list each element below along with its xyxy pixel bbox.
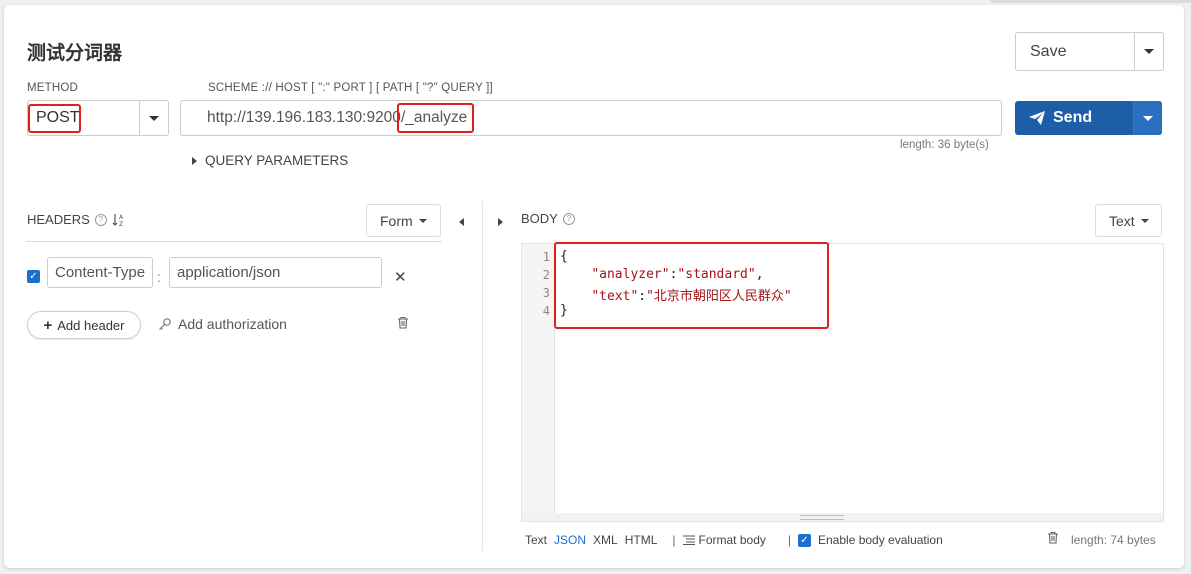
json-value: "北京市朝阳区人民群众"	[646, 289, 792, 304]
request-panel: 测试分词器 Save METHOD SCHEME :// HOST [ ":" …	[4, 5, 1184, 568]
header-name-value: Content-Type	[55, 264, 146, 281]
save-button-group[interactable]: Save	[1015, 32, 1164, 71]
sort-az-icon[interactable]: A Z	[112, 213, 126, 227]
code-line: }	[560, 303, 568, 318]
save-button[interactable]: Save	[1016, 33, 1134, 70]
body-footer: Text JSON XML HTML | Format body | ✓ Ena…	[525, 533, 957, 547]
add-header-button[interactable]: + Add header	[27, 311, 141, 339]
headers-mode-dropdown[interactable]: Form	[366, 204, 441, 237]
trash-icon[interactable]	[397, 316, 409, 329]
add-authorization-label: Add authorization	[178, 316, 287, 332]
caret-down-icon	[1144, 49, 1154, 54]
method-text: POST	[36, 109, 80, 126]
code-text: }	[560, 303, 568, 318]
editor-resize-handle[interactable]	[521, 513, 1164, 522]
add-authorization-button[interactable]: Add authorization	[158, 316, 287, 332]
header-value-text: application/json	[177, 264, 281, 281]
caret-down-icon	[1143, 115, 1153, 121]
header-separator: :	[157, 269, 161, 285]
json-key: "text"	[591, 289, 639, 304]
body-length: length: 74 bytes	[1071, 533, 1156, 547]
url-host: http://139.196.183.130:9200	[207, 109, 401, 126]
help-icon[interactable]: ?	[562, 212, 575, 225]
caret-down-icon	[1140, 218, 1149, 223]
grip-icon	[800, 515, 844, 520]
query-parameters-label: QUERY PARAMETERS	[205, 153, 349, 168]
method-label: METHOD	[27, 82, 79, 94]
panel-divider[interactable]	[482, 201, 483, 551]
headers-mode-label: Form	[380, 212, 413, 229]
send-button-group[interactable]: Send	[1015, 101, 1162, 135]
headers-label: HEADERS	[27, 212, 90, 227]
separator: |	[787, 533, 791, 547]
method-select[interactable]: POST	[27, 100, 169, 136]
line-number: 3	[542, 286, 550, 300]
json-key: "analyzer"	[591, 267, 670, 282]
code-line: "analyzer":"standard",	[560, 267, 764, 282]
save-options-button[interactable]	[1134, 33, 1163, 70]
line-gutter: 1 2 3 4	[522, 244, 555, 514]
close-icon[interactable]: ✕	[394, 268, 407, 286]
collapse-right-button[interactable]	[498, 218, 503, 226]
body-editor[interactable]: 1 2 3 4 { "analyzer":"standard", "text":…	[521, 242, 1164, 515]
headers-heading: HEADERS ? A Z	[27, 212, 126, 227]
format-text-option[interactable]: Text	[525, 533, 547, 547]
json-comma: ,	[755, 267, 764, 282]
caret-down-icon	[418, 218, 427, 223]
caret-left-icon	[459, 218, 464, 226]
body-mode-dropdown[interactable]: Text	[1095, 204, 1162, 237]
format-icon	[682, 535, 695, 545]
header-value-input[interactable]: application/json	[169, 257, 382, 288]
code-text: {	[560, 249, 568, 264]
enable-evaluation-toggle[interactable]: ✓ Enable body evaluation	[798, 533, 950, 547]
header-enabled-checkbox[interactable]: ✓	[27, 270, 40, 283]
code-line: "text":"北京市朝阳区人民群众"	[560, 285, 792, 304]
body-mode-label: Text	[1109, 212, 1135, 229]
help-icon[interactable]: ?	[94, 213, 107, 226]
send-label: Send	[1053, 109, 1093, 126]
caret-right-icon	[498, 218, 503, 226]
url-input[interactable]: http://139.196.183.130:9200 /_analyze	[180, 100, 1002, 136]
url-path-text: /_analyze	[400, 109, 468, 126]
key-icon	[159, 318, 171, 330]
send-options-button[interactable]	[1133, 101, 1162, 135]
url-format-label: SCHEME :// HOST [ ":" PORT ] [ PATH [ "?…	[208, 82, 493, 94]
svg-text:A: A	[119, 214, 124, 221]
add-header-label: Add header	[57, 317, 125, 333]
window-edge	[990, 0, 1191, 3]
enable-evaluation-label: Enable body evaluation	[818, 533, 943, 547]
code-line: {	[560, 249, 568, 264]
collapse-left-button[interactable]	[459, 218, 464, 226]
paper-plane-icon	[1029, 111, 1045, 125]
checkbox-icon: ✓	[798, 533, 811, 547]
separator: |	[672, 533, 676, 547]
trash-icon[interactable]	[1047, 531, 1059, 544]
plus-icon: +	[43, 316, 53, 334]
query-parameters-toggle[interactable]: QUERY PARAMETERS	[192, 153, 348, 168]
format-json-option[interactable]: JSON	[554, 533, 586, 547]
url-path: /_analyze	[396, 103, 474, 133]
body-label: BODY	[521, 211, 558, 226]
line-number: 1	[542, 250, 550, 264]
caret-right-icon	[192, 156, 197, 165]
url-length: length: 36 byte(s)	[900, 139, 989, 151]
send-button[interactable]: Send	[1015, 101, 1133, 135]
body-heading: BODY ?	[521, 211, 575, 226]
headers-divider	[26, 241, 442, 242]
format-html-option[interactable]: HTML	[625, 533, 658, 547]
format-body-label: Format body	[698, 533, 766, 547]
json-value: "standard"	[677, 267, 756, 282]
format-xml-option[interactable]: XML	[593, 533, 618, 547]
json-colon: :	[638, 289, 647, 304]
page-title: 测试分词器	[27, 43, 123, 64]
format-body-button[interactable]: Format body	[682, 533, 773, 547]
method-dropdown-button[interactable]	[139, 101, 168, 135]
header-name-input[interactable]: Content-Type	[47, 257, 153, 288]
line-number: 4	[542, 304, 550, 318]
line-number: 2	[542, 268, 550, 282]
caret-down-icon	[149, 115, 159, 121]
svg-text:Z: Z	[119, 221, 123, 227]
method-value[interactable]: POST	[28, 101, 139, 135]
